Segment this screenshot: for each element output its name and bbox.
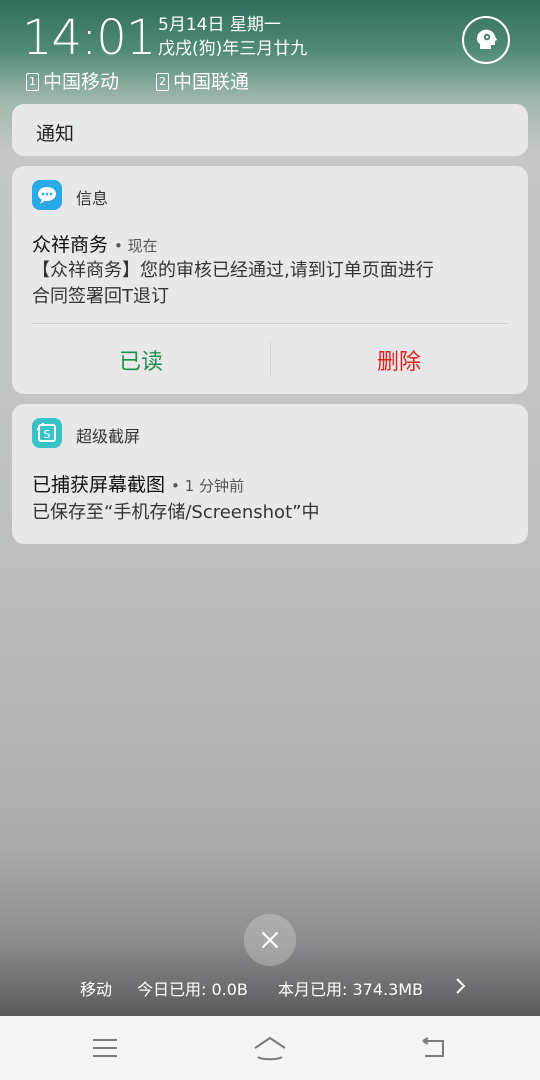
data-usage-carrier: 移动 xyxy=(80,980,113,999)
clear-all-button[interactable] xyxy=(244,914,296,966)
notifications-header: 通知 xyxy=(12,104,528,156)
message-body-line2: 合同签署回T退订 xyxy=(32,286,169,307)
clock: 14:01 xyxy=(22,10,156,66)
brain-assistant-icon[interactable] xyxy=(462,16,510,64)
message-time: • 现在 xyxy=(114,237,158,255)
message-sender: 众祥商务 xyxy=(32,234,109,256)
chevron-right-icon[interactable] xyxy=(454,977,466,999)
mark-read-button[interactable]: 已读 xyxy=(12,344,270,376)
screenshot-title: 已捕获屏幕截图 xyxy=(32,474,166,496)
screenshot-time: • 1 分钟前 xyxy=(171,477,244,495)
menu-button[interactable] xyxy=(85,1032,125,1064)
screenshot-body: 已保存至“手机存储/Screenshot”中 xyxy=(32,502,320,523)
menu-icon xyxy=(93,1039,117,1057)
home-button[interactable] xyxy=(250,1032,290,1064)
super-screenshot-app-icon: S xyxy=(32,418,62,448)
screenshot-title-row: 已捕获屏幕截图 • 1 分钟前 xyxy=(32,470,244,497)
sim2-carrier-label: 中国联通 xyxy=(173,71,250,93)
message-divider xyxy=(32,323,508,324)
back-icon xyxy=(422,1037,444,1057)
sim1-icon: 1 xyxy=(26,73,39,91)
navigation-bar xyxy=(0,1016,540,1080)
data-usage-month: 本月已用: 374.3MB xyxy=(278,980,424,999)
lunar-date: 戊戌(狗)年三月廿九 xyxy=(158,39,308,59)
notifications-title: 通知 xyxy=(36,123,75,145)
messages-app-name: 信息 xyxy=(76,189,109,208)
message-body-line1: 【众祥商务】您的审核已经通过,请到订单页面进行 xyxy=(32,260,434,281)
screenshot-app-name: 超级截屏 xyxy=(76,427,141,446)
svg-text:S: S xyxy=(44,428,51,441)
back-button[interactable] xyxy=(414,1032,454,1064)
sim1-carrier: 1 中国移动 xyxy=(26,70,119,94)
messages-app-icon xyxy=(32,180,62,210)
sim2-carrier: 2 中国联通 xyxy=(156,70,249,94)
sim2-icon: 2 xyxy=(156,73,169,91)
data-usage-today: 今日已用: 0.0B xyxy=(137,980,248,999)
message-title-row: 众祥商务 • 现在 xyxy=(32,230,158,257)
data-usage-bar[interactable]: 移动 今日已用: 0.0B 本月已用: 374.3MB xyxy=(0,976,540,999)
date: 5月14日 星期一 xyxy=(158,15,281,35)
sim1-carrier-label: 中国移动 xyxy=(43,71,120,93)
screenshot-notification[interactable]: S 超级截屏 已捕获屏幕截图 • 1 分钟前 已保存至“手机存储/Screensh… xyxy=(12,404,528,544)
close-icon xyxy=(261,931,279,949)
status-bar: 14:01 5月14日 星期一 戊戌(狗)年三月廿九 1 中国移动 2 中国联通 xyxy=(0,0,540,100)
home-icon xyxy=(254,1036,286,1061)
message-notification[interactable]: 信息 众祥商务 • 现在 【众祥商务】您的审核已经通过,请到订单页面进行 合同签署… xyxy=(12,166,528,394)
delete-button[interactable]: 删除 xyxy=(270,344,528,376)
